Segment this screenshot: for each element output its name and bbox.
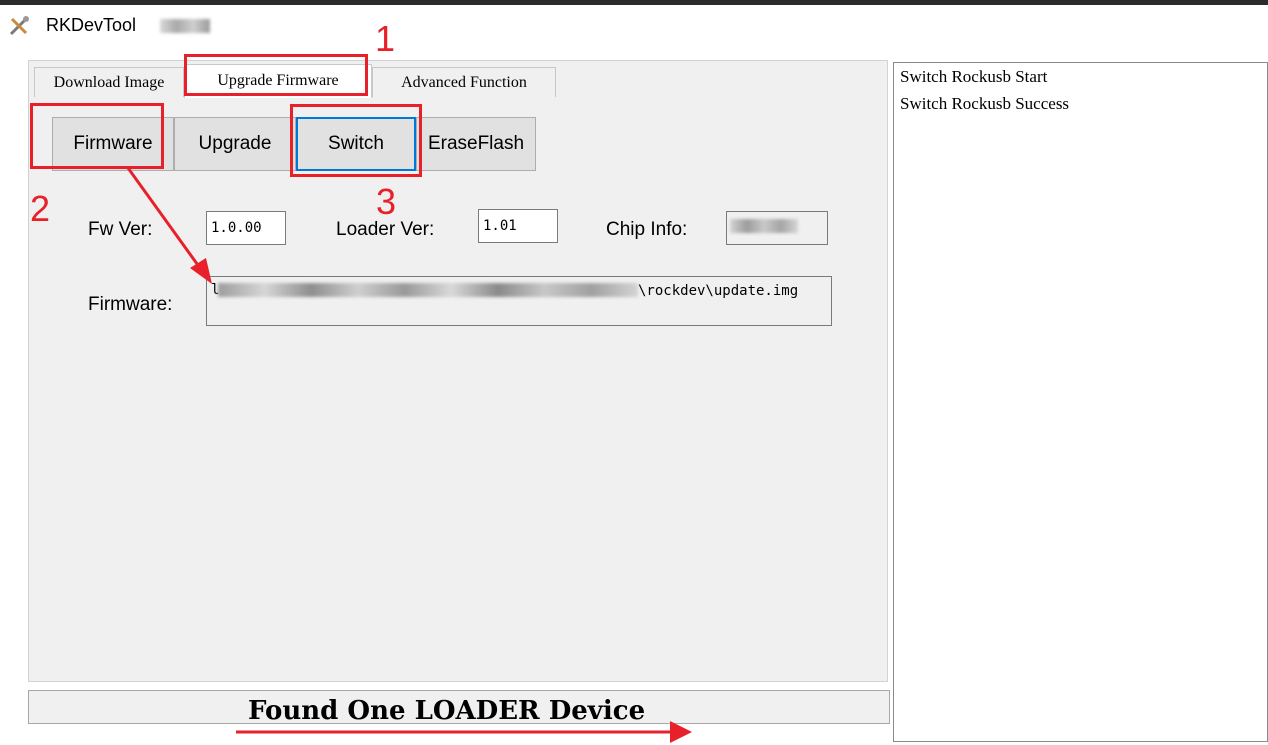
tab-advanced-function[interactable]: Advanced Function bbox=[372, 67, 556, 97]
firmware-path-suffix: \rockdev\update.img bbox=[638, 283, 799, 299]
redacted-chip-info bbox=[730, 219, 798, 233]
log-line: Switch Rockusb Success bbox=[900, 94, 1070, 113]
annotation-number-3: 3 bbox=[376, 181, 397, 222]
log-line: Switch Rockusb Start bbox=[900, 67, 1048, 86]
annotation-box-2 bbox=[30, 103, 164, 169]
redacted-version bbox=[160, 19, 210, 33]
fw-ver-field[interactable]: 1.0.00 bbox=[206, 211, 286, 245]
tools-icon bbox=[9, 16, 29, 36]
annotation-number-2: 2 bbox=[30, 188, 51, 229]
status-text: Found One LOADER Device bbox=[248, 696, 646, 726]
eraseflash-button[interactable]: EraseFlash bbox=[416, 117, 536, 171]
window-title: RKDevTool bbox=[46, 15, 137, 35]
upgrade-button[interactable]: Upgrade bbox=[174, 117, 296, 171]
redacted-firmware-path bbox=[218, 283, 638, 297]
tab-download-image[interactable]: Download Image bbox=[34, 67, 184, 97]
chip-info-label: Chip Info: bbox=[606, 219, 688, 240]
firmware-label: Firmware: bbox=[88, 294, 173, 315]
annotation-number-1: 1 bbox=[375, 18, 396, 59]
fw-ver-label: Fw Ver: bbox=[88, 219, 153, 240]
log-panel[interactable] bbox=[893, 62, 1268, 742]
title-bar: RKDevTool bbox=[0, 5, 1268, 45]
annotation-box-3 bbox=[290, 104, 422, 177]
annotation-box-1 bbox=[184, 54, 368, 96]
loader-ver-field[interactable]: 1.01 bbox=[478, 209, 558, 243]
